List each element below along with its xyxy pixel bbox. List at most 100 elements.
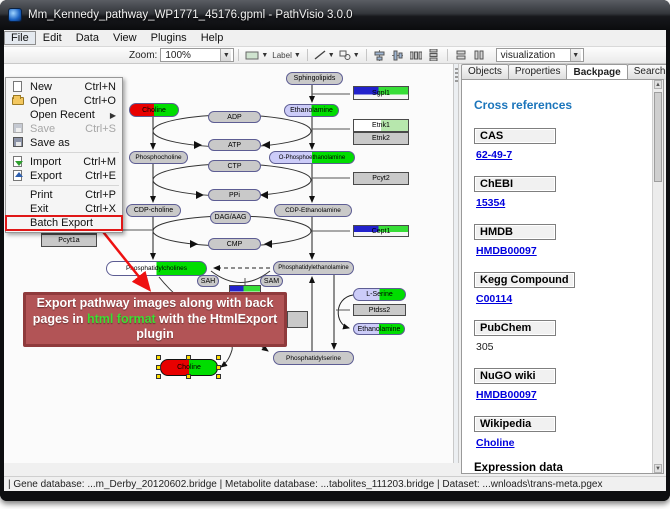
selection-handle[interactable] (156, 365, 161, 370)
pathway-node-cdp-ethanolamine[interactable]: CDP-Ethanolamine (274, 204, 352, 217)
pathway-node-pcyt2[interactable]: Pcyt2 (353, 172, 409, 185)
selection-handle[interactable] (156, 374, 161, 379)
menu-view[interactable]: View (106, 31, 144, 45)
selection-handle[interactable] (216, 374, 221, 379)
pathway-node-adp[interactable]: ADP (208, 111, 261, 123)
chevron-down-icon[interactable]: ▼ (220, 49, 231, 61)
menu-item-print[interactable]: PrintCtrl+P (6, 188, 122, 202)
pathway-node-cept1[interactable]: Cept1 (353, 225, 409, 237)
pathway-node-hidden-gene[interactable] (287, 311, 308, 328)
pathway-node-sah[interactable]: SAH (197, 275, 219, 287)
xref-link[interactable]: 62-49-7 (476, 149, 651, 161)
align-middle-button[interactable] (390, 48, 406, 62)
pathway-node-phosphocholine[interactable]: Phosphocholine (129, 151, 188, 164)
xref-section-list: CAS62-49-7ChEBI15354HMDBHMDB00097Kegg Co… (474, 126, 651, 449)
shape-tool-button[interactable]: ▼ (338, 48, 361, 62)
pathway-node-etnk1[interactable]: Etnk1 (353, 119, 409, 132)
menu-plugins[interactable]: Plugins (144, 31, 194, 45)
distribute-horizontal-button[interactable] (408, 48, 424, 62)
pathway-node-sphingolipids[interactable]: Sphingolipids (286, 72, 343, 85)
align-center-button[interactable] (372, 48, 388, 62)
pathway-node-ptdss2[interactable]: Ptdss2 (353, 304, 406, 316)
pathway-node-sgpl1[interactable]: Sgpl1 (353, 86, 409, 100)
menu-item-save-as[interactable]: Save as (6, 136, 122, 150)
stack-horizontal-button[interactable] (471, 48, 487, 62)
menu-item-import[interactable]: ImportCtrl+M (6, 155, 122, 169)
menu-item-batch-export[interactable]: Batch Export (6, 216, 122, 230)
xref-link[interactable]: 15354 (476, 197, 651, 209)
menu-item-new[interactable]: NewCtrl+N (6, 80, 122, 94)
pathway-node-l-serine[interactable]: L-Serine (353, 288, 406, 301)
pathway-node-cmp[interactable]: CMP (208, 238, 261, 250)
side-panel: Objects Properties Backpage Search Legen… (459, 64, 666, 476)
pathvisio-logo-icon (8, 8, 22, 22)
pathway-node-etnk2[interactable]: Etnk2 (353, 132, 409, 145)
xref-section-hmdb: HMDBHMDB00097 (474, 222, 651, 257)
tab-objects[interactable]: Objects (461, 64, 509, 80)
titlebar[interactable]: Mm_Kennedy_pathway_WP1771_45176.gpml - P… (0, 0, 670, 30)
zoom-label: Zoom: (129, 50, 157, 61)
client-area: File Edit Data View Plugins Help Zoom: 1… (4, 30, 666, 491)
xref-section-pubchem: PubChem305 (474, 318, 651, 353)
datanode-icon (245, 50, 259, 60)
pathway-node-ethanolamine-top[interactable]: Ethanolamine (284, 104, 339, 117)
toolbar: Zoom: 100% ▼ ▼ Label ▼ ▼ ▼ (4, 47, 666, 64)
distribute-vertical-button[interactable] (426, 48, 442, 62)
menu-file[interactable]: File (4, 31, 36, 45)
tab-backpage[interactable]: Backpage (566, 64, 627, 80)
pathway-node-phosphatidylserine[interactable]: Phosphatidylserine (273, 351, 354, 365)
selection-handle[interactable] (186, 374, 191, 379)
datanode-tool-button[interactable]: ▼ (244, 48, 269, 62)
xref-section-kegg-compound: Kegg CompoundC00114 (474, 270, 651, 305)
selection-handle[interactable] (216, 365, 221, 370)
pathway-node-pcyt1a[interactable]: Pcyt1a (41, 234, 97, 247)
pathway-node-ppi[interactable]: PPi (208, 189, 261, 201)
backpage-content: Cross references CAS62-49-7ChEBI15354HMD… (461, 79, 664, 474)
pathway-node-ethanolamine-bottom[interactable]: Ethanolamine (353, 323, 405, 335)
menu-edit[interactable]: Edit (36, 31, 69, 45)
label-tool-button[interactable]: Label ▼ (271, 48, 302, 62)
xref-link[interactable]: Choline (476, 437, 651, 449)
visualization-combobox[interactable]: visualization ▼ (496, 48, 584, 62)
xref-link[interactable]: HMDB00097 (476, 389, 651, 401)
pathway-node-o-phosphoethanolamine[interactable]: O-Phosphoethanolamine (269, 151, 355, 164)
tab-properties[interactable]: Properties (508, 64, 568, 80)
pathway-node-atp[interactable]: ATP (208, 139, 261, 151)
pathway-node-ctp[interactable]: CTP (208, 160, 261, 172)
pathway-node-choline-top[interactable]: Choline (129, 103, 179, 117)
selection-handle[interactable] (156, 355, 161, 360)
pathway-node-phosphatidylcholines[interactable]: Phosphatidylcholines (106, 261, 207, 276)
menu-data[interactable]: Data (69, 31, 106, 45)
menu-item-exit[interactable]: ExitCtrl+X (6, 202, 122, 216)
distribute-vertical-icon (428, 49, 439, 61)
xref-link[interactable]: C00114 (476, 293, 651, 305)
chevron-down-icon[interactable]: ▼ (570, 49, 581, 61)
panel-vertical-scrollbar[interactable]: ▲ ▼ (652, 80, 663, 473)
save-icon (10, 123, 26, 135)
pathway-node-phosphatidylethanolamine[interactable]: Phosphatidylethanolamine (273, 261, 354, 275)
import-icon (10, 156, 26, 168)
zoom-combobox[interactable]: 100% ▼ (160, 48, 234, 62)
scroll-up-icon[interactable]: ▲ (654, 80, 662, 89)
panel-scroll-thumb[interactable] (654, 92, 662, 182)
xref-header: PubChem (474, 320, 556, 336)
distribute-horizontal-icon (410, 50, 422, 61)
selection-handle[interactable] (186, 355, 191, 360)
pathway-node-cdp-choline[interactable]: CDP-choline (126, 204, 181, 217)
pathway-node-dag-aag[interactable]: DAG/AAG (210, 211, 251, 224)
line-tool-button[interactable]: ▼ (313, 48, 336, 62)
scroll-down-icon[interactable]: ▼ (654, 464, 662, 473)
menu-item-open[interactable]: OpenCtrl+O (6, 94, 122, 108)
stack-vertical-button[interactable] (453, 48, 469, 62)
xref-header: NuGO wiki (474, 368, 556, 384)
menu-separator (9, 185, 119, 186)
xref-link[interactable]: HMDB00097 (476, 245, 651, 257)
menu-item-open-recent[interactable]: Open Recent▶ (6, 108, 122, 122)
tab-search[interactable]: Search (627, 64, 666, 80)
pathway-node-sam[interactable]: SAM (260, 275, 283, 287)
menubar: File Edit Data View Plugins Help (4, 30, 666, 47)
xref-section-wikipedia: WikipediaCholine (474, 414, 651, 449)
menu-help[interactable]: Help (194, 31, 231, 45)
selection-handle[interactable] (216, 355, 221, 360)
menu-item-export[interactable]: ExportCtrl+E (6, 169, 122, 183)
